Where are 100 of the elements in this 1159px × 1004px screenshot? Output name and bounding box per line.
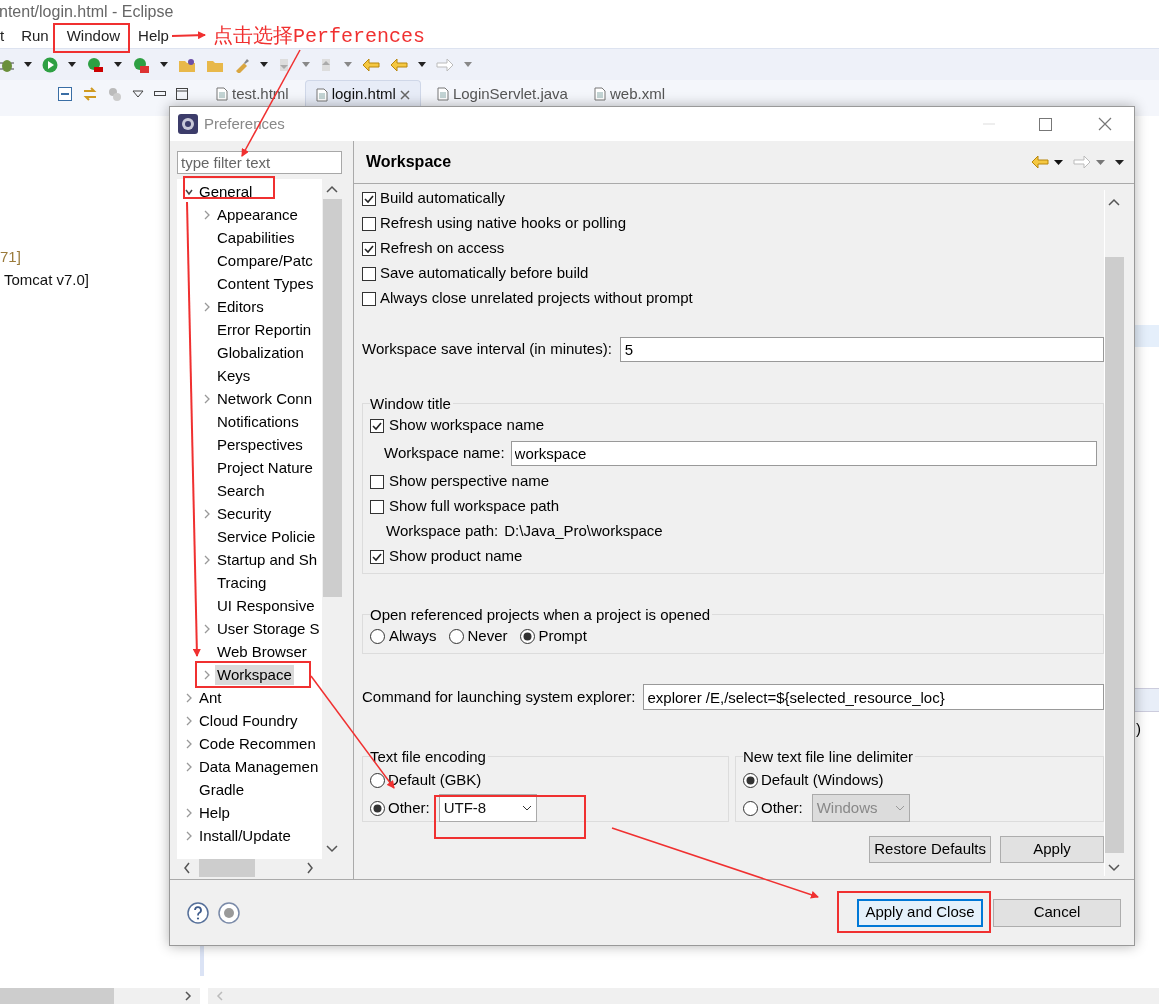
checkbox[interactable] [370,474,384,489]
checkbox[interactable] [362,291,376,306]
expand-icon[interactable] [203,508,211,519]
editor-tab[interactable]: LoginServlet.java [426,80,578,108]
tree-item[interactable]: Code Recommen [197,733,318,754]
scroll-down-icon[interactable] [1108,864,1120,872]
tree-item[interactable]: UI Responsive [215,595,317,616]
tree-item[interactable]: Compare/Patc [215,250,315,271]
back-icon[interactable] [1031,155,1049,169]
dropdown-icon[interactable] [160,62,168,67]
expand-icon[interactable] [185,761,193,772]
folder-icon[interactable] [178,56,196,73]
expand-icon[interactable] [203,301,211,312]
dropdown[interactable]: UTF-8 [438,794,537,822]
menu-item[interactable]: Help [133,24,174,48]
checkbox[interactable] [362,216,376,231]
scroll-right-icon[interactable] [184,991,192,1001]
menu-item[interactable]: t [0,24,5,48]
scroll-right-icon[interactable] [306,862,314,874]
dropdown-icon[interactable] [1054,159,1063,165]
maximize-icon[interactable] [176,88,188,100]
tree-item[interactable]: Install/Update [197,825,293,846]
scrollbar-thumb[interactable] [0,988,114,1004]
tree-item[interactable]: Help [197,802,232,823]
radio-button[interactable] [743,772,758,788]
dropdown-icon[interactable] [114,62,122,67]
input-field[interactable]: 5 [619,337,1104,362]
run-config-icon[interactable] [86,55,104,74]
tree-item[interactable]: Tracing [215,572,269,593]
tree-item[interactable]: Service Policie [215,526,318,547]
view-menu-icon[interactable] [132,90,144,98]
dialog-button[interactable]: Apply and Close [857,898,983,927]
view-menu-icon[interactable] [1115,159,1124,165]
filter-field[interactable]: type filter text [177,151,342,174]
tree-item[interactable]: Appearance [215,204,300,225]
help-icon[interactable] [187,901,209,924]
page-button[interactable]: Restore Defaults [869,836,991,863]
expand-icon[interactable] [185,830,193,841]
scrollbar-thumb[interactable] [1104,257,1124,853]
page-button[interactable]: Apply [1000,836,1104,863]
checkbox[interactable] [370,549,384,564]
expand-icon[interactable] [185,692,193,703]
tree-item[interactable]: Ant [197,687,224,708]
expand-icon[interactable] [185,807,193,818]
tree-item[interactable]: Search [215,480,267,501]
scroll-left-icon[interactable] [183,862,191,874]
tree-item[interactable]: Error Reportin [215,319,314,340]
tree-item[interactable]: User Storage S [215,618,322,639]
tree-item[interactable]: Network Conn [215,388,315,409]
tree-item[interactable]: Gradle [197,779,247,800]
tree-item[interactable]: Data Managemen [197,756,321,777]
expand-icon[interactable] [203,393,211,404]
last-edit-icon[interactable] [362,57,380,72]
menu-item[interactable]: Window [61,24,126,48]
scroll-down-icon[interactable] [326,845,338,853]
tree-item[interactable]: Web Browser [215,641,309,662]
dialog-button[interactable]: Cancel [993,898,1121,927]
tree-item[interactable]: Security [215,503,274,524]
radio-button[interactable] [448,629,464,644]
tree-item[interactable]: Editors [215,296,266,317]
tree-item[interactable]: Notifications [215,411,301,432]
dropdown-icon[interactable] [68,62,76,67]
input-field[interactable]: explorer /E,/select=${selected_resource_loc} [643,684,1104,710]
back-icon[interactable] [390,57,408,72]
tree-item[interactable]: General [197,181,255,202]
tree-item[interactable]: Project Nature [215,457,315,478]
tree-item[interactable]: Workspace [215,664,294,685]
scrollbar-thumb[interactable] [199,859,255,877]
radio-button[interactable] [370,629,385,644]
expand-icon[interactable] [203,209,211,220]
editor-tab[interactable]: web.xml [583,80,675,108]
checkbox[interactable] [362,191,376,206]
checkbox[interactable] [370,418,384,433]
server-icon[interactable] [132,55,150,74]
tree-item[interactable]: Startup and Sh [215,549,320,570]
record-icon[interactable] [218,901,240,924]
scrollbar-thumb[interactable] [322,199,342,597]
radio-button[interactable] [519,629,535,644]
expand-icon[interactable] [185,738,193,749]
tree-item[interactable]: Perspectives [215,434,305,455]
menu-item[interactable]: Run [16,24,54,48]
close-icon[interactable] [399,89,410,100]
tree-item[interactable]: Capabilities [215,227,297,248]
checkbox[interactable] [362,266,376,281]
radio-button[interactable] [743,800,758,816]
radio-button[interactable] [370,800,385,816]
collapse-all-icon[interactable] [58,87,72,101]
close-icon[interactable] [1098,117,1112,131]
tree-item[interactable]: Cloud Foundry [197,710,300,731]
editor-tab[interactable]: login.html [304,80,421,108]
input-field[interactable]: workspace [510,441,1097,466]
maximize-icon[interactable] [1039,117,1052,131]
checkbox[interactable] [370,499,384,514]
dropdown-icon[interactable] [24,62,32,67]
tree-item[interactable]: Content Types [215,273,316,294]
expand-icon[interactable] [185,715,193,726]
run-icon[interactable] [42,56,58,73]
checkbox[interactable] [362,241,376,256]
radio-button[interactable] [370,772,385,788]
scroll-up-icon[interactable] [326,185,338,193]
